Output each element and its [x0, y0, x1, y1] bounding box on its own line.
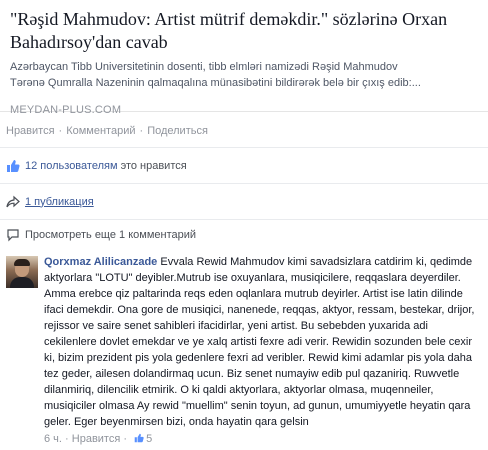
separator: · — [65, 433, 69, 445]
likes-summary[interactable]: 12 пользователям это нравится — [0, 148, 488, 184]
comment-link[interactable]: Комментарий — [66, 125, 135, 137]
link-preview-title[interactable]: "Rəşid Mahmudov: Artist mütrif deməkdir.… — [10, 8, 478, 54]
view-more-comments-label[interactable]: Просмотреть еще 1 комментарий — [25, 229, 196, 241]
shares-link[interactable]: 1 публикация — [25, 196, 94, 208]
separator: · — [139, 125, 144, 137]
comment-body: Qorxmaz Alilicanzade Evvala Rewid Mahmud… — [44, 254, 482, 447]
comment-bubble-icon — [6, 228, 20, 242]
share-arrow-icon — [6, 195, 20, 209]
likes-count[interactable]: 12 пользователям — [25, 160, 118, 172]
share-link[interactable]: Поделиться — [147, 125, 208, 137]
thumbs-up-icon — [134, 432, 144, 443]
comment-like-link[interactable]: Нравится — [72, 433, 121, 445]
like-link[interactable]: Нравится — [6, 125, 55, 137]
shares-summary[interactable]: 1 публикация — [0, 184, 488, 220]
avatar[interactable] — [6, 256, 38, 288]
post-actions: Нравится · Комментарий · Поделиться — [0, 112, 488, 148]
separator: · — [58, 125, 63, 137]
post-card: "Rəşid Mahmudov: Artist mütrif deməkdir.… — [0, 0, 488, 450]
link-preview-description-line1: Azərbaycan Tibb Universitetinin dosenti,… — [10, 61, 398, 73]
link-preview-description-line2: Tərənə Qumralla Nazeninin qalmaqalına mü… — [10, 77, 421, 89]
comment-meta: 6 ч. · Нравится · 5 — [44, 431, 482, 447]
comment-text: Evvala Rewid Mahmudov kimi savadsizlara … — [44, 256, 475, 428]
comment-like-count[interactable]: 5 — [146, 433, 152, 445]
likes-suffix: это нравится — [117, 159, 187, 172]
link-preview[interactable]: "Rəşid Mahmudov: Artist mütrif deməkdir.… — [0, 0, 488, 116]
comment-time[interactable]: 6 ч. — [44, 433, 62, 445]
view-more-comments[interactable]: Просмотреть еще 1 комментарий — [0, 220, 488, 250]
thumbs-up-icon — [6, 159, 20, 173]
comment-author[interactable]: Qorxmaz Alilicanzade — [44, 256, 157, 268]
separator: · — [123, 433, 128, 445]
comment: Qorxmaz Alilicanzade Evvala Rewid Mahmud… — [0, 250, 488, 447]
